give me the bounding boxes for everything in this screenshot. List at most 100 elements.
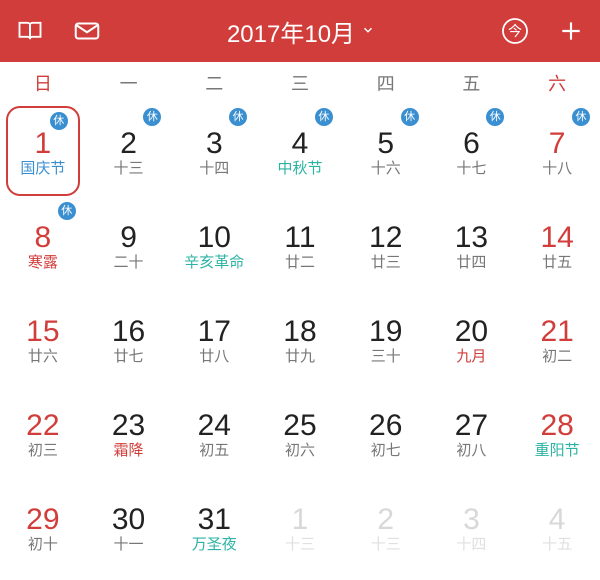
day-number: 10 <box>198 223 231 253</box>
holiday-badge: 休 <box>486 108 504 126</box>
day-sublabel: 三十 <box>371 349 401 366</box>
day-number: 17 <box>198 317 231 347</box>
calendar-day[interactable]: 休4中秋节 <box>257 104 343 198</box>
weekday-label: 五 <box>429 70 515 96</box>
header-left <box>16 16 102 46</box>
calendar-day[interactable]: 17 廿八 <box>171 292 257 386</box>
day-number: 26 <box>369 411 402 441</box>
calendar-day[interactable]: 休6十七 <box>429 104 515 198</box>
day-sublabel: 十五 <box>542 537 572 554</box>
day-sublabel: 霜降 <box>114 443 144 460</box>
app-header: 2017年10月 今 <box>0 0 600 62</box>
add-icon[interactable] <box>558 18 584 44</box>
day-sublabel: 初三 <box>28 443 58 460</box>
day-sublabel: 十六 <box>371 161 401 178</box>
day-sublabel: 廿八 <box>199 349 229 366</box>
calendar-day[interactable]: 休5 十六 <box>343 104 429 198</box>
day-number: 3 <box>206 129 223 159</box>
day-sublabel: 寒露 <box>28 255 58 272</box>
calendar-day: 1十三 <box>257 480 343 574</box>
calendar-day[interactable]: 31万圣夜 <box>171 480 257 574</box>
calendar-day[interactable]: 23霜降 <box>86 386 172 480</box>
calendar-day[interactable]: 12 廿三 <box>343 198 429 292</box>
month-selector[interactable]: 2017年10月 <box>102 14 500 49</box>
calendar-day[interactable]: 19 三十 <box>343 292 429 386</box>
calendar-day[interactable]: 25初六 <box>257 386 343 480</box>
weekday-label: 三 <box>257 70 343 96</box>
weekday-label: 四 <box>343 70 429 96</box>
calendar-day[interactable]: 16 廿七 <box>86 292 172 386</box>
calendar-day[interactable]: 29初十 <box>0 480 86 574</box>
calendar-day[interactable]: 休3十四 <box>171 104 257 198</box>
book-icon[interactable] <box>16 17 44 45</box>
calendar-day[interactable]: 18 廿九 <box>257 292 343 386</box>
calendar-day[interactable]: 27 初八 <box>429 386 515 480</box>
day-number: 4 <box>292 129 309 159</box>
day-number: 13 <box>455 223 488 253</box>
calendar-day[interactable]: 21初二 <box>514 292 600 386</box>
chevron-down-icon <box>361 23 375 40</box>
calendar-day[interactable]: 20九月 <box>429 292 515 386</box>
day-sublabel: 初二 <box>542 349 572 366</box>
calendar-day[interactable]: 24 初五 <box>171 386 257 480</box>
day-number: 19 <box>369 317 402 347</box>
day-sublabel: 十四 <box>199 161 229 178</box>
day-number: 7 <box>549 129 566 159</box>
day-sublabel: 廿四 <box>456 255 486 272</box>
holiday-badge: 休 <box>401 108 419 126</box>
calendar-day[interactable]: 休7十八 <box>514 104 600 198</box>
calendar-day[interactable]: 26 初七 <box>343 386 429 480</box>
day-number: 12 <box>369 223 402 253</box>
holiday-badge: 休 <box>58 202 76 220</box>
calendar-day[interactable]: 休2十三 <box>86 104 172 198</box>
calendar-day[interactable]: 休1国庆节 <box>6 106 80 196</box>
calendar-day[interactable]: 13 廿四 <box>429 198 515 292</box>
mail-icon[interactable] <box>72 16 102 46</box>
header-right: 今 <box>500 16 584 46</box>
calendar-day[interactable]: 10辛亥革命 <box>171 198 257 292</box>
day-sublabel: 廿七 <box>114 349 144 366</box>
day-sublabel: 十四 <box>456 537 486 554</box>
day-number: 24 <box>198 411 231 441</box>
weekday-label: 日 <box>0 70 86 96</box>
day-sublabel: 万圣夜 <box>192 537 237 554</box>
day-sublabel: 廿九 <box>285 349 315 366</box>
day-number: 15 <box>26 317 59 347</box>
calendar-day[interactable]: 9二十 <box>86 198 172 292</box>
weekday-row: 日一二三四五六 <box>0 62 600 104</box>
day-sublabel: 廿三 <box>371 255 401 272</box>
day-sublabel: 初五 <box>199 443 229 460</box>
day-number: 2 <box>120 129 137 159</box>
calendar-day[interactable]: 28重阳节 <box>514 386 600 480</box>
calendar-day: 3十四 <box>429 480 515 574</box>
day-number: 2 <box>377 505 394 535</box>
calendar-day[interactable]: 休8寒露 <box>0 198 86 292</box>
day-number: 27 <box>455 411 488 441</box>
day-sublabel: 初七 <box>371 443 401 460</box>
day-number: 5 <box>377 129 394 159</box>
day-sublabel: 十三 <box>371 537 401 554</box>
day-number: 16 <box>112 317 145 347</box>
day-number: 14 <box>540 223 573 253</box>
calendar-day[interactable]: 14廿五 <box>514 198 600 292</box>
today-button[interactable]: 今 <box>500 16 530 46</box>
calendar-day[interactable]: 22初三 <box>0 386 86 480</box>
month-title: 2017年10月 <box>227 14 355 49</box>
calendar-day[interactable]: 11廿二 <box>257 198 343 292</box>
day-sublabel: 十三 <box>285 537 315 554</box>
day-sublabel: 重阳节 <box>535 443 580 460</box>
day-number: 29 <box>26 505 59 535</box>
day-number: 11 <box>284 223 315 253</box>
day-number: 18 <box>283 317 316 347</box>
day-sublabel: 初八 <box>456 443 486 460</box>
calendar-day: 4 十五 <box>514 480 600 574</box>
holiday-badge: 休 <box>50 112 68 130</box>
calendar-day[interactable]: 30十一 <box>86 480 172 574</box>
calendar-day[interactable]: 15廿六 <box>0 292 86 386</box>
day-sublabel: 二十 <box>114 255 144 272</box>
day-number: 4 <box>549 505 566 535</box>
svg-text:今: 今 <box>508 23 522 39</box>
day-sublabel: 十三 <box>114 161 144 178</box>
day-number: 25 <box>283 411 316 441</box>
day-sublabel: 中秋节 <box>277 161 322 178</box>
